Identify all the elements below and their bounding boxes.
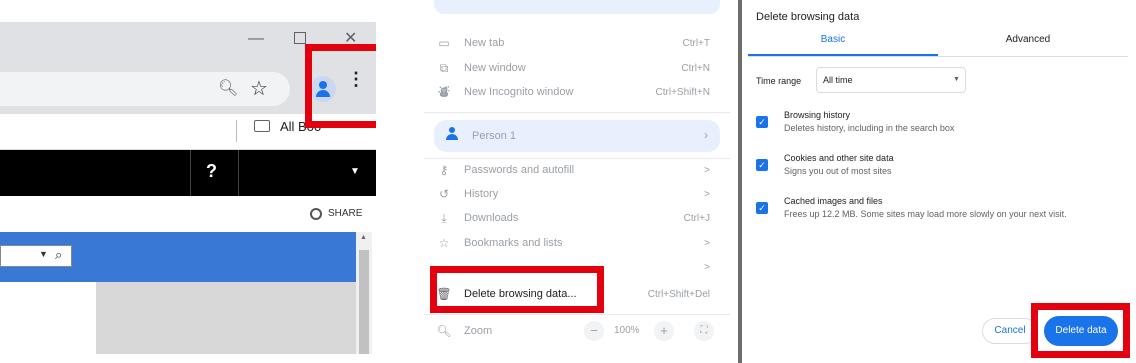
highlight-box-delete xyxy=(430,266,604,313)
person-icon xyxy=(446,127,458,141)
menu-item-downloads[interactable]: ⤓ Downloads Ctrl+J xyxy=(424,206,730,230)
highlight-box-menu xyxy=(305,44,376,128)
star-icon: ☆ xyxy=(438,236,450,250)
search-icon[interactable]: ⌕ xyxy=(55,247,62,263)
menu-top-item[interactable] xyxy=(434,0,720,14)
dialog-title: Delete browsing data xyxy=(756,11,860,23)
delete-data-dialog: Delete browsing data Basic Advanced Time… xyxy=(738,0,1136,363)
zoom-icon: 🔍︎ xyxy=(436,324,452,338)
menu-item-passwords[interactable]: ⚷ Passwords and autofill > xyxy=(424,158,730,182)
share-row: SHARE xyxy=(0,196,376,232)
dropdown-arrow-icon[interactable]: ▼ xyxy=(350,166,360,177)
chrome-menu-panel: ▭ New tab Ctrl+T ⧉ New window Ctrl+N ⛇ N… xyxy=(424,0,730,363)
zoom-icon[interactable]: 🔍︎ xyxy=(218,78,238,98)
cancel-button[interactable]: Cancel xyxy=(982,318,1038,344)
site-header-bar xyxy=(0,150,376,196)
menu-item-new-tab[interactable]: ▭ New tab Ctrl+T xyxy=(424,31,730,55)
key-icon: ⚷ xyxy=(439,163,449,177)
new-window-icon: ⧉ xyxy=(439,60,449,75)
time-range-label: Time range xyxy=(756,76,802,86)
scrollbar-thumb[interactable] xyxy=(359,250,369,354)
menu-item-new-incognito[interactable]: ⛇ New Incognito window Ctrl+Shift+N xyxy=(424,80,730,104)
tab-basic[interactable]: Basic xyxy=(748,34,918,56)
share-label[interactable]: SHARE xyxy=(328,208,362,219)
checkbox-checked-icon[interactable]: ✓ xyxy=(756,159,768,171)
browser-window-panel: — ✕ 🔍︎ ☆ ⋮ All Boo ? ▼ SHARE ▼ ⌕ ▲ xyxy=(0,0,376,363)
dropdown-arrow-icon: ▼ xyxy=(953,76,960,83)
search-combo[interactable]: ▼ ⌕ xyxy=(0,245,72,267)
help-button[interactable]: ? xyxy=(206,161,217,182)
fullscreen-icon[interactable]: ⛶ xyxy=(694,321,714,341)
incognito-icon: ⛇ xyxy=(437,84,450,99)
maximize-icon[interactable] xyxy=(294,32,306,44)
history-icon: ↺ xyxy=(438,187,450,201)
address-bar[interactable]: 🔍︎ ☆ xyxy=(0,72,290,106)
chevron-right-icon: › xyxy=(704,128,708,142)
zoom-out-button[interactable]: − xyxy=(584,321,604,341)
combo-arrow-icon[interactable]: ▼ xyxy=(39,249,48,259)
tab-advanced[interactable]: Advanced xyxy=(938,34,1118,56)
highlight-box-delete-data xyxy=(1031,303,1130,358)
checkbox-checked-icon[interactable]: ✓ xyxy=(756,116,768,128)
menu-item-bookmarks[interactable]: ☆ Bookmarks and lists > xyxy=(424,231,730,255)
minimize-icon[interactable]: — xyxy=(248,30,264,48)
zoom-in-button[interactable]: + xyxy=(654,321,674,341)
folder-icon xyxy=(254,120,270,132)
content-area xyxy=(96,282,356,354)
zoom-level: 100% xyxy=(614,325,640,336)
scroll-up-icon[interactable]: ▲ xyxy=(360,234,367,241)
star-icon[interactable]: ☆ xyxy=(250,76,268,101)
checkbox-checked-icon[interactable]: ✓ xyxy=(756,202,768,214)
menu-item-person[interactable]: Person 1 › xyxy=(434,120,720,152)
share-icon[interactable] xyxy=(310,208,322,220)
menu-item-history[interactable]: ↺ History > xyxy=(424,182,730,206)
menu-item-zoom: 🔍︎ Zoom xyxy=(424,319,730,343)
time-range-select[interactable]: All time ▼ xyxy=(816,67,966,93)
new-tab-icon: ▭ xyxy=(438,36,450,50)
download-icon: ⤓ xyxy=(441,210,447,225)
menu-item-new-window[interactable]: ⧉ New window Ctrl+N xyxy=(424,56,730,80)
